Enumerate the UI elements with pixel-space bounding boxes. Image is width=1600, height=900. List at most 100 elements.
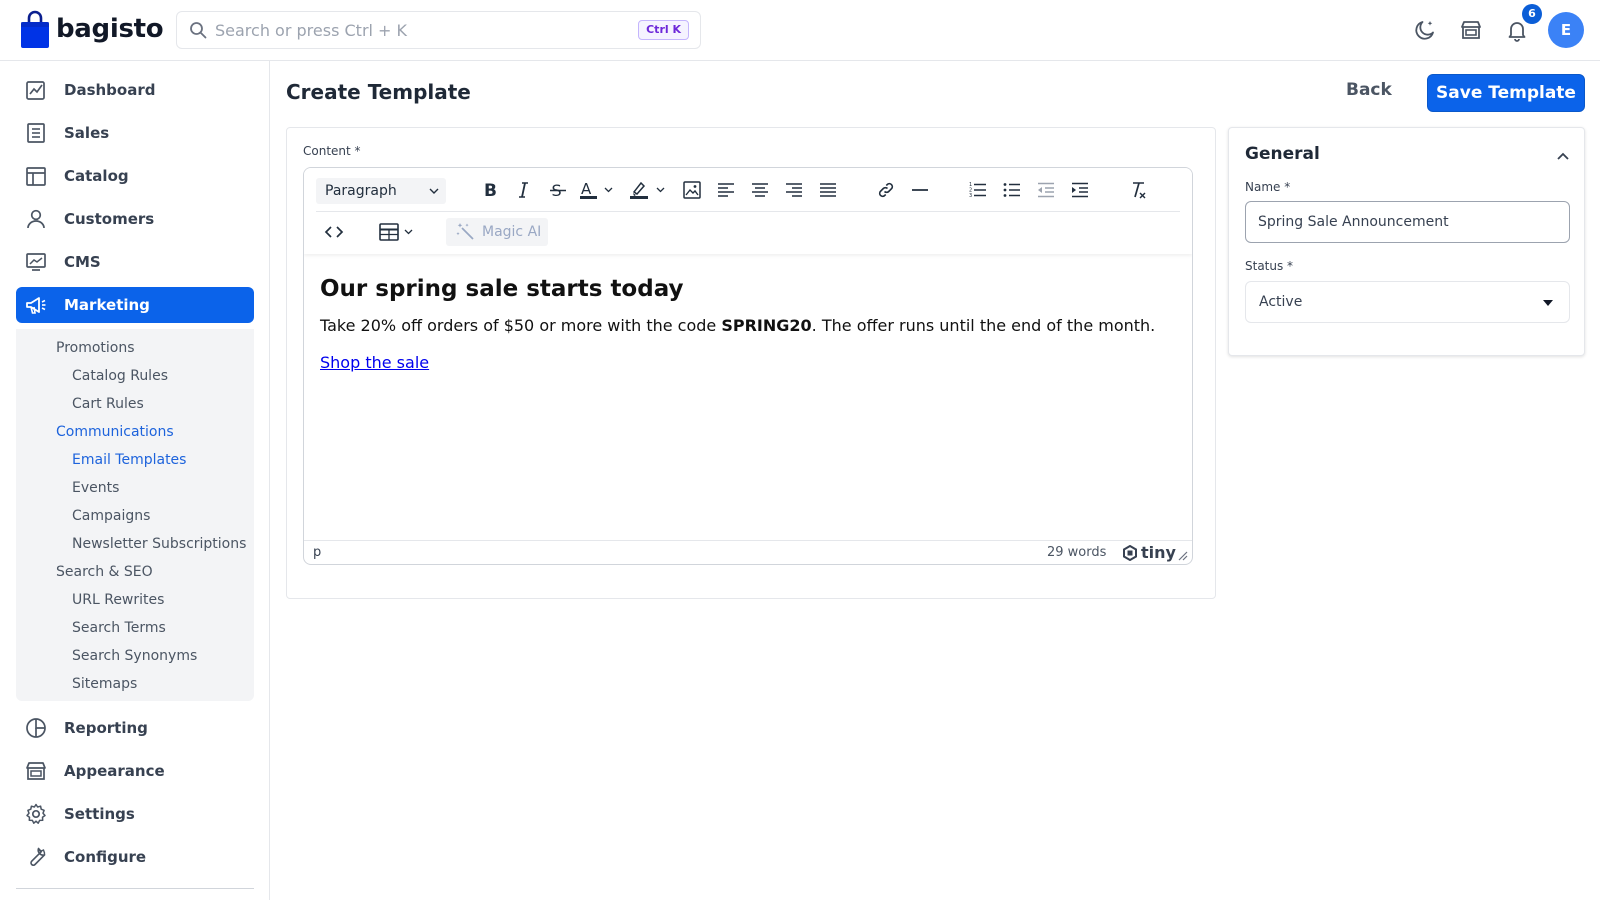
submenu-sitemaps[interactable]: Sitemaps (72, 676, 137, 692)
sidebar-item-configure[interactable]: Configure (16, 839, 254, 875)
save-template-button[interactable]: Save Template (1427, 74, 1585, 112)
page-title: Create Template (286, 80, 471, 104)
insert-link-button[interactable] (872, 176, 900, 204)
submenu-promotions[interactable]: Promotions (56, 340, 135, 356)
outdent-button[interactable] (1032, 176, 1060, 204)
element-path[interactable]: p (313, 545, 321, 560)
submenu-search-synonyms[interactable]: Search Synonyms (72, 648, 197, 664)
dark-mode-toggle[interactable] (1413, 18, 1437, 42)
svg-text:B: B (484, 181, 497, 200)
resize-handle-icon[interactable] (1178, 551, 1188, 561)
sidebar-item-settings[interactable]: Settings (16, 796, 254, 832)
sidebar-item-appearance[interactable]: Appearance (16, 753, 254, 789)
tiny-brand-text: tiny (1141, 543, 1176, 562)
wrench-icon (30, 847, 46, 866)
submenu-search-seo[interactable]: Search & SEO (56, 564, 153, 580)
indent-button[interactable] (1066, 176, 1094, 204)
sidebar-item-label: Configure (64, 848, 147, 866)
sidebar-divider (16, 888, 254, 889)
sidebar-item-reporting[interactable]: Reporting (16, 710, 254, 746)
block-format-select[interactable]: Paragraph (316, 178, 446, 204)
submenu-search-terms[interactable]: Search Terms (72, 620, 166, 636)
align-justify-icon (820, 183, 836, 197)
align-justify-button[interactable] (814, 176, 842, 204)
gear-icon (26, 803, 46, 824)
search-icon (190, 22, 207, 39)
sidebar: Dashboard Sales Catalog Customers CMS Ma… (0, 61, 270, 900)
rich-text-editor[interactable]: Paragraph B S A 1 2 3 Magic AI Our sprin… (303, 167, 1193, 565)
name-input[interactable] (1245, 201, 1570, 243)
strikethrough-button[interactable]: S (544, 176, 572, 204)
numbered-list-button[interactable]: 123 (964, 176, 992, 204)
shop-the-sale-link[interactable]: Shop the sale (320, 353, 429, 372)
sidebar-item-marketing[interactable]: Marketing (16, 287, 254, 323)
user-avatar[interactable]: E (1548, 12, 1584, 48)
visit-store-button[interactable] (1459, 18, 1483, 42)
logo-text: bagisto (56, 14, 164, 44)
align-left-button[interactable] (712, 176, 740, 204)
submenu-email-templates[interactable]: Email Templates (72, 452, 186, 468)
bullet-list-button[interactable] (998, 176, 1026, 204)
bold-button[interactable]: B (476, 176, 504, 204)
italic-button[interactable] (510, 176, 538, 204)
indent-icon (1072, 182, 1088, 198)
submenu-communications[interactable]: Communications (56, 424, 174, 440)
magic-ai-button[interactable]: Magic AI (446, 218, 548, 246)
sidebar-item-label: Reporting (64, 719, 148, 737)
insert-image-button[interactable] (678, 176, 706, 204)
editor-content-area[interactable]: Our spring sale starts today Take 20% of… (304, 254, 1192, 534)
align-center-button[interactable] (746, 176, 774, 204)
status-select[interactable]: Active (1245, 281, 1570, 323)
notification-count-badge: 6 (1522, 4, 1542, 24)
table-icon (379, 223, 413, 241)
sidebar-item-customers[interactable]: Customers (16, 201, 254, 237)
shortcut-hint: Ctrl K (638, 20, 689, 40)
text-color-button[interactable]: A (578, 176, 618, 204)
svg-text:3: 3 (969, 193, 972, 199)
horizontal-rule-button[interactable] (906, 176, 934, 204)
align-right-icon (786, 183, 802, 197)
svg-text:A: A (581, 180, 592, 198)
bagisto-logo[interactable]: bagisto (20, 10, 164, 48)
submenu-campaigns[interactable]: Campaigns (72, 508, 150, 524)
sidebar-item-sales[interactable]: Sales (16, 115, 254, 151)
magic-wand-icon (456, 223, 474, 240)
pie-chart-icon (26, 718, 46, 738)
link-icon (878, 182, 894, 198)
highlighter-icon (630, 181, 665, 199)
submenu-url-rewrites[interactable]: URL Rewrites (72, 592, 164, 608)
submenu-newsletter-subscriptions[interactable]: Newsletter Subscriptions (72, 536, 246, 552)
numbered-list-icon: 123 (969, 182, 986, 199)
align-right-button[interactable] (780, 176, 808, 204)
user-icon (27, 209, 45, 229)
sidebar-item-label: Customers (64, 210, 155, 228)
source-code-button[interactable] (320, 218, 348, 246)
paragraph-text-after: . The offer runs until the end of the mo… (811, 316, 1156, 335)
sidebar-item-cms[interactable]: CMS (16, 244, 254, 280)
global-search[interactable]: Search or press Ctrl + K Ctrl K (176, 11, 701, 49)
clear-formatting-button[interactable] (1124, 176, 1152, 204)
submenu-catalog-rules[interactable]: Catalog Rules (72, 368, 168, 384)
receipt-icon (27, 123, 45, 143)
name-label: Name * (1245, 180, 1291, 194)
insert-table-button[interactable] (378, 218, 418, 246)
content-label: Content * (303, 144, 361, 158)
highlight-color-button[interactable] (628, 176, 668, 204)
status-value: Active (1259, 294, 1303, 310)
sidebar-item-dashboard[interactable]: Dashboard (16, 72, 254, 108)
shopping-bag-icon (21, 10, 49, 48)
storefront-icon (26, 762, 46, 780)
sidebar-item-label: Dashboard (64, 81, 156, 99)
chevron-down-icon (429, 188, 439, 194)
submenu-cart-rules[interactable]: Cart Rules (72, 396, 144, 412)
back-button[interactable]: Back (1346, 80, 1392, 100)
editor-toolbar: Paragraph B S A 1 2 3 Magic AI (304, 168, 1192, 254)
monitor-icon (26, 253, 46, 271)
sidebar-item-catalog[interactable]: Catalog (16, 158, 254, 194)
submenu-events[interactable]: Events (72, 480, 119, 496)
tiny-branding[interactable]: tiny (1122, 543, 1176, 562)
word-count[interactable]: 29 words (1047, 545, 1106, 560)
top-bar: bagisto Search or press Ctrl + K Ctrl K … (0, 0, 1600, 61)
block-format-value: Paragraph (325, 183, 397, 199)
chevron-up-icon[interactable] (1555, 148, 1571, 164)
